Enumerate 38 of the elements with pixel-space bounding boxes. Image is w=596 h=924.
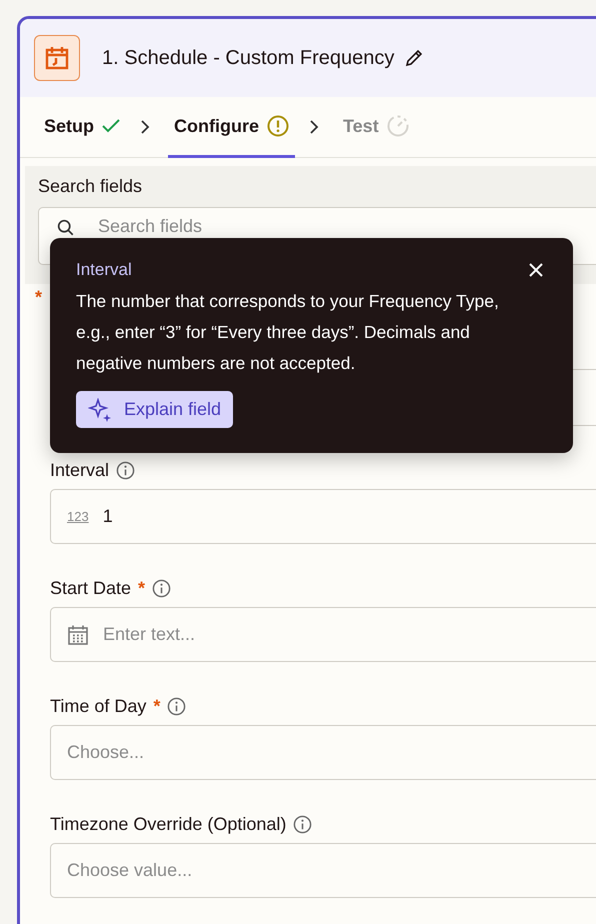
sparkle-icon bbox=[88, 398, 112, 422]
required-mark: * bbox=[138, 578, 146, 599]
field-label: Interval bbox=[50, 460, 110, 481]
calendar-icon bbox=[67, 624, 89, 646]
placeholder-text: Enter text... bbox=[103, 624, 196, 645]
chevron-icon bbox=[309, 119, 320, 135]
close-icon[interactable] bbox=[529, 263, 543, 277]
field-label: Timezone Override (Optional) bbox=[50, 814, 286, 835]
placeholder-text: Choose value... bbox=[67, 860, 192, 881]
required-mark: * bbox=[153, 696, 160, 717]
field-label: Time of Day bbox=[50, 696, 146, 717]
required-mark: * bbox=[35, 287, 42, 308]
pencil-icon[interactable] bbox=[404, 48, 424, 68]
search-icon bbox=[57, 219, 74, 236]
warning-icon bbox=[267, 115, 290, 137]
input-field[interactable]: Choose value... bbox=[50, 843, 596, 898]
step-tab[interactable]: Setup bbox=[38, 97, 126, 158]
timer-icon bbox=[386, 115, 409, 137]
tooltip-text: The number that corresponds to your Frequency Type, e.g., enter “3” for “Every three days”. Decimals and negative numbers are not accepted. bbox=[76, 290, 500, 375]
placeholder-text: Search fields bbox=[98, 216, 202, 237]
info-icon[interactable] bbox=[293, 815, 312, 834]
input-field[interactable]: Choose... bbox=[50, 725, 596, 780]
info-icon[interactable] bbox=[116, 461, 136, 480]
step-tab[interactable]: Configure bbox=[168, 97, 296, 158]
number-icon: 123 bbox=[67, 509, 89, 524]
input-field[interactable]: Enter text... bbox=[50, 607, 596, 662]
explain-field-button[interactable]: Explain field bbox=[76, 391, 234, 428]
info-icon[interactable] bbox=[167, 697, 186, 716]
chevron-icon bbox=[140, 119, 150, 135]
check-icon bbox=[102, 119, 120, 133]
calendar-app-icon bbox=[34, 35, 80, 81]
search-label: Search fields bbox=[38, 176, 144, 197]
step-title: 1. Schedule - Custom Frequency bbox=[102, 46, 394, 70]
field-label: Start Date bbox=[50, 578, 132, 599]
placeholder-text: Choose... bbox=[67, 742, 144, 763]
input-field[interactable]: 123 1 bbox=[50, 489, 596, 544]
field-value: 1 bbox=[102, 506, 113, 527]
info-icon[interactable] bbox=[152, 579, 172, 598]
